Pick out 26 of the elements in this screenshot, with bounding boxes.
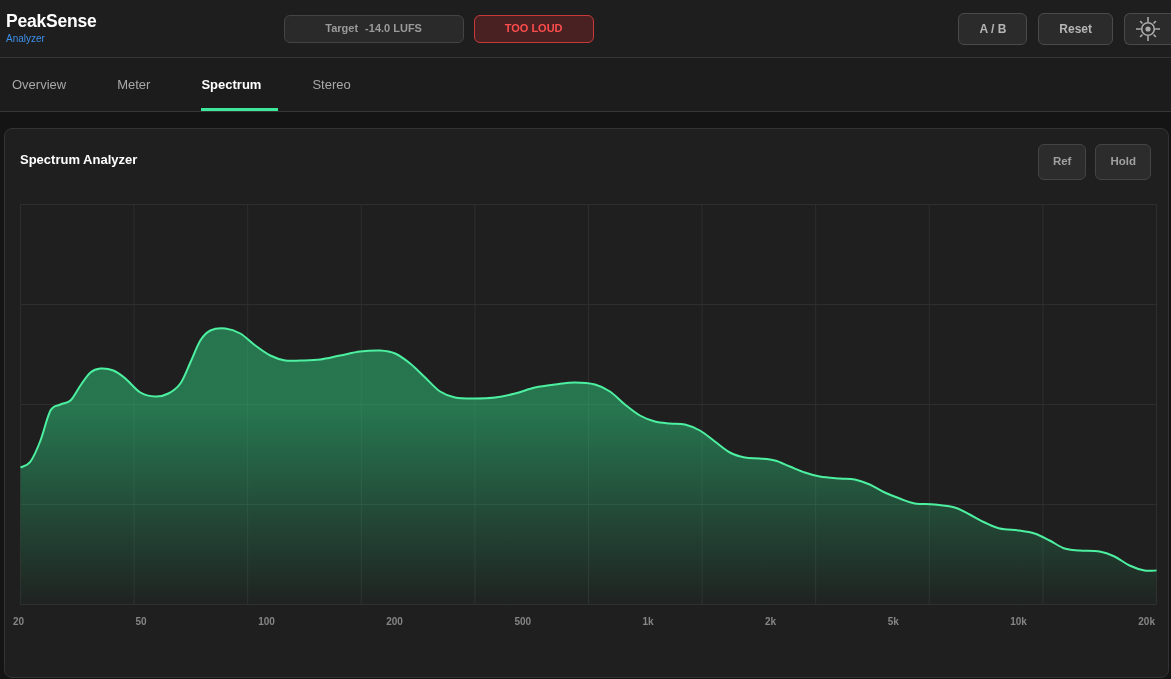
app-name: PeakSense bbox=[6, 13, 97, 31]
axis-label: 5k bbox=[887, 617, 899, 627]
tab[interactable]: Overview bbox=[12, 58, 84, 111]
header-button[interactable]: Reset bbox=[1038, 12, 1113, 45]
axis-label: 500 bbox=[514, 617, 532, 627]
header-button[interactable]: A / B bbox=[958, 12, 1028, 45]
axis-label: 50 bbox=[135, 617, 147, 627]
tab[interactable]: Stereo bbox=[312, 58, 368, 111]
panel-title: Spectrum Analyzer bbox=[20, 151, 138, 169]
axis-label: 2k bbox=[765, 617, 777, 627]
axis-label: 10k bbox=[1010, 617, 1027, 627]
app-subtitle: Analyzer bbox=[6, 33, 46, 44]
axis-label: 200 bbox=[386, 617, 403, 627]
axis-label: 100 bbox=[258, 617, 275, 627]
status-badge: TOO LOUD bbox=[473, 14, 594, 43]
target-label: Target bbox=[325, 21, 359, 37]
axis-label: 20k bbox=[1138, 617, 1155, 627]
axis-label: 20 bbox=[13, 617, 25, 627]
sun-button[interactable] bbox=[1124, 12, 1171, 45]
sun-icon bbox=[1136, 16, 1160, 41]
panel-button[interactable]: Hold bbox=[1095, 144, 1151, 180]
axis-label: 1k bbox=[642, 617, 654, 627]
panel-button[interactable]: Ref bbox=[1037, 144, 1087, 180]
tab[interactable]: Spectrum bbox=[201, 58, 279, 111]
tab[interactable]: Meter bbox=[117, 58, 168, 111]
target-value: -14.0 LUFS bbox=[365, 21, 422, 37]
